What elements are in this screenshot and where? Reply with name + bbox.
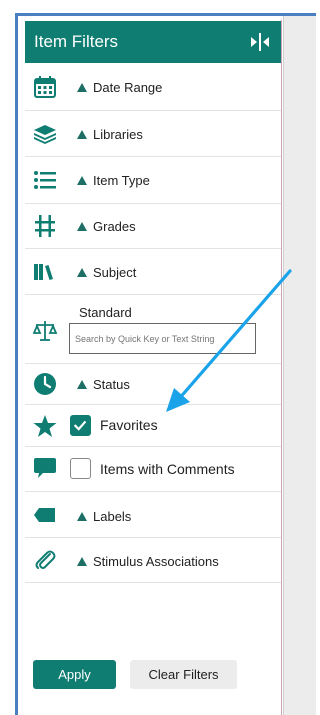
paperclip-icon xyxy=(35,550,56,569)
panel-title: Item Filters xyxy=(34,32,119,51)
favorites-label: Favorites xyxy=(100,417,158,433)
scales-icon xyxy=(33,321,57,341)
list-icon xyxy=(34,171,56,189)
filter-item-type-label: Item Type xyxy=(77,173,150,188)
stacked-books-icon xyxy=(34,125,56,144)
filter-labels-label: Labels xyxy=(77,509,131,524)
filter-status[interactable]: Status xyxy=(25,364,281,405)
filter-libraries[interactable]: Libraries xyxy=(25,111,281,157)
filter-libraries-label: Libraries xyxy=(77,127,143,142)
speech-bubble-icon xyxy=(34,458,56,478)
filter-subject-label: Subject xyxy=(77,265,136,280)
filter-standard-label: Standard xyxy=(79,305,132,320)
standard-search-input[interactable] xyxy=(69,323,256,354)
filter-date-range[interactable]: Date Range xyxy=(25,64,281,111)
comments-label: Items with Comments xyxy=(100,461,235,477)
grid-icon xyxy=(35,215,55,237)
window-frame-top xyxy=(15,13,316,16)
apply-button[interactable]: Apply xyxy=(33,660,116,689)
filter-grades[interactable]: Grades xyxy=(25,204,281,249)
favorites-checkbox[interactable] xyxy=(70,415,91,436)
filter-comments[interactable]: Items with Comments xyxy=(25,447,281,492)
filter-status-label: Status xyxy=(77,377,130,392)
filter-item-type[interactable]: Item Type xyxy=(25,157,281,204)
filter-grades-label: Grades xyxy=(77,219,136,234)
comments-checkbox[interactable] xyxy=(70,458,91,479)
filter-standard: Standard xyxy=(25,295,281,364)
filter-stimulus[interactable]: Stimulus Associations xyxy=(25,538,281,583)
calendar-icon xyxy=(34,76,56,98)
filter-date-range-label: Date Range xyxy=(77,80,162,95)
content-area xyxy=(283,16,316,715)
filter-subject[interactable]: Subject xyxy=(25,249,281,295)
clock-icon xyxy=(34,373,56,395)
collapse-panel-icon[interactable] xyxy=(249,31,271,53)
filter-stimulus-label: Stimulus Associations xyxy=(77,554,219,569)
panel-header: Item Filters xyxy=(25,21,281,63)
clear-filters-button[interactable]: Clear Filters xyxy=(130,660,237,689)
window-frame-left xyxy=(15,13,18,715)
bookshelf-icon xyxy=(34,264,53,280)
checkmark-icon xyxy=(73,420,87,431)
filter-favorites[interactable]: Favorites xyxy=(25,405,281,447)
tag-icon xyxy=(34,508,55,522)
filter-labels[interactable]: Labels xyxy=(25,492,281,538)
star-icon xyxy=(33,415,57,437)
